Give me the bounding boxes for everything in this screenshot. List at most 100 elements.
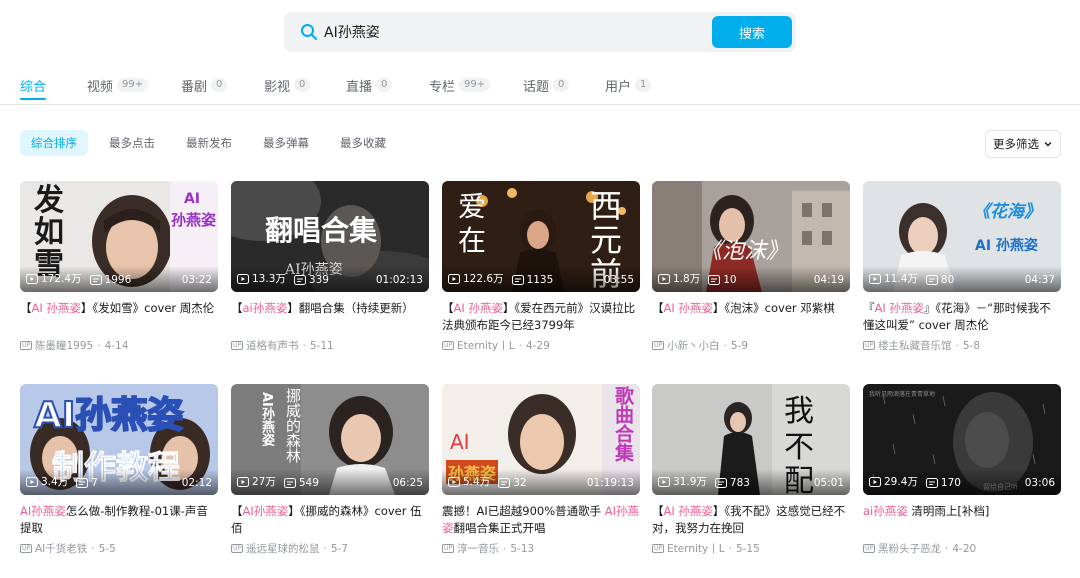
tab-user[interactable]: 用户 1 [605,74,652,96]
play-count-icon [26,476,38,487]
video-meta: UP 遥远星球的松鼠 · 5-7 [231,541,348,556]
video-card[interactable]: AI孙燕姿 制作教程 3.4万 7 02:12 AI孙燕姿怎么做-制作教程-01… [20,384,218,556]
tab-count-badge: 99+ [459,78,491,92]
video-title[interactable]: 【ai孙燕姿】翻唱合集（持续更新） [231,300,429,334]
up-icon: UP [652,341,664,350]
author-name[interactable]: 陈墨瞳1995 [35,338,93,353]
danmaku-count: 170 [940,477,961,489]
search-icon [301,24,317,40]
author-name[interactable]: 黑粉头子恶龙 [878,541,941,556]
author-name[interactable]: AI千货老铁 [35,541,87,556]
title-keyword: AI孙燕姿 [20,504,66,518]
active-tab-indicator [20,98,46,100]
tab-count-badge: 1 [635,78,652,92]
title-keyword: AI 孙燕姿 [663,301,713,315]
sort-newest[interactable]: 最新发布 [186,130,232,156]
play-count-icon [448,476,460,487]
tab-live[interactable]: 直播 0 [346,74,393,96]
title-keyword: AI 孙燕姿 [663,504,713,518]
play-count: 172.4万 [41,273,82,285]
play-count-icon [658,476,670,487]
author-name[interactable]: 道格有声书 [246,338,299,353]
play-count-icon [26,273,38,284]
danmaku-count: 32 [513,477,527,489]
danmaku-count: 10 [723,274,737,286]
author-name[interactable]: 淳一音乐 [457,541,499,556]
video-thumbnail[interactable]: 《花海》 AI 孙燕姿 11.4万 80 04:37 [863,181,1061,292]
video-title[interactable]: 『AI 孙燕姿』《花海》－“那时候我不懂这叫爱” cover 周杰伦 [863,300,1061,334]
video-card[interactable]: 《花海》 AI 孙燕姿 11.4万 80 04:37 『AI 孙燕姿』《花海》－… [863,181,1061,353]
sort-comprehensive[interactable]: 综合排序 [20,130,88,156]
video-card[interactable]: 发 如 雪 AI 孙燕姿 172.4万 1996 03:22 【AI 孙燕姿】《… [20,181,218,353]
video-title[interactable]: 【AI 孙燕姿】《发如雪》cover 周杰伦 [20,300,218,334]
video-card[interactable]: 我 不 配 31.9万 783 05:01 【AI 孙燕姿】《我不配》这感觉已经… [652,384,850,556]
video-thumbnail[interactable]: 我 不 配 31.9万 783 05:01 [652,384,850,495]
sort-most-favorites[interactable]: 最多收藏 [340,130,386,156]
publish-date: 4-20 [952,542,977,555]
danmaku-icon [89,275,102,285]
publish-date: 5-9 [730,339,748,352]
up-icon: UP [442,544,454,553]
search-button[interactable]: 搜索 [712,16,792,48]
author-name[interactable]: 遥远星球的松鼠 [246,541,320,556]
duration: 04:19 [813,274,844,286]
title-text: 清明雨上[补档] [907,504,990,518]
tab-label: 话题 [523,79,550,95]
video-thumbnail[interactable]: AI孙燕姿 挪威的森林 27万 549 06:25 [231,384,429,495]
video-title[interactable]: 【AI 孙燕姿】《我不配》这感觉已经不对，我努力在挽回 [652,503,850,537]
up-icon: UP [863,544,875,553]
video-card[interactable]: 《泡沫》 1.8万 10 04:19 【AI 孙燕姿】《泡沫》cover 邓紫棋… [652,181,850,353]
video-title[interactable]: 【AI 孙燕姿】《爱在西元前》汉谟拉比法典颁布距今已经3799年 [442,300,640,334]
video-thumbnail[interactable]: AI 孙燕姿 歌曲合集 5.4万 32 01:19:13 [442,384,640,495]
title-keyword: ai孙燕姿 [863,504,908,518]
video-thumbnail[interactable]: 我听见雨滴落在青青草地 留给自己听 29.4万 170 03:06 [863,384,1061,495]
up-icon: UP [863,341,875,350]
play-count: 122.6万 [463,273,504,285]
video-title[interactable]: 【AI孙燕姿】《挪威的森林》cover 伍佰 [231,503,429,537]
tab-video[interactable]: 视频 99+ [87,74,149,96]
author-name[interactable]: Eternity丨L [457,338,515,353]
title-text: 】《发如雪》cover 周杰伦 [80,301,215,315]
up-icon: UP [231,341,243,350]
tab-count-badge: 99+ [117,78,149,92]
video-card[interactable]: 翻唱合集 AI孙燕姿 13.3万 339 01:02:13 【ai孙燕姿】翻唱合… [231,181,429,353]
video-thumbnail[interactable]: 爱 在 西 元 前 122.6万 1135 03:55 [442,181,640,292]
search-bar: 搜索 [284,12,796,52]
tab-label: 影视 [264,79,291,95]
danmaku-icon [511,275,524,285]
search-input[interactable] [324,18,744,46]
divider [0,104,1080,105]
tab-article[interactable]: 专栏 99+ [429,74,491,96]
video-title[interactable]: AI孙燕姿怎么做-制作教程-01课-声音提取 [20,503,218,537]
tab-bangumi[interactable]: 番剧 0 [181,74,228,96]
more-filter-button[interactable]: 更多筛选 [985,130,1061,158]
author-name[interactable]: Eternity丨L [667,541,725,556]
title-keyword: AI 孙燕姿 [874,301,924,315]
video-meta: UP AI千货老铁 · 5-5 [20,541,116,556]
video-card[interactable]: 爱 在 西 元 前 122.6万 1135 03:55 【AI 孙燕姿】《爱在西… [442,181,640,353]
video-title[interactable]: 震撼！AI已超越900%普通歌手 AI孙燕姿翻唱合集正式开唱 [442,503,640,537]
tab-all[interactable]: 综合 [20,74,46,96]
video-stats: 3.4万 7 02:12 [20,469,218,495]
video-title[interactable]: ai孙燕姿 清明雨上[补档] [863,503,1061,537]
sort-most-clicks[interactable]: 最多点击 [109,130,155,156]
video-thumbnail[interactable]: 翻唱合集 AI孙燕姿 13.3万 339 01:02:13 [231,181,429,292]
tab-topic[interactable]: 话题 0 [523,74,570,96]
author-name[interactable]: 小新丶小白 [667,338,720,353]
duration: 06:25 [392,477,423,489]
author-name[interactable]: 楼主私藏音乐馆 [878,338,952,353]
video-stats: 29.4万 170 03:06 [863,469,1061,495]
video-stats: 11.4万 80 04:37 [863,266,1061,292]
sort-most-danmaku[interactable]: 最多弹幕 [263,130,309,156]
video-thumbnail[interactable]: 发 如 雪 AI 孙燕姿 172.4万 1996 03:22 [20,181,218,292]
video-card[interactable]: AI孙燕姿 挪威的森林 27万 549 06:25 【AI孙燕姿】《挪威的森林》… [231,384,429,556]
video-card[interactable]: 我听见雨滴落在青青草地 留给自己听 29.4万 170 03:06 ai孙燕姿 … [863,384,1061,556]
duration: 04:37 [1024,274,1055,286]
video-title[interactable]: 【AI 孙燕姿】《泡沫》cover 邓紫棋 [652,300,850,334]
video-thumbnail[interactable]: AI孙燕姿 制作教程 3.4万 7 02:12 [20,384,218,495]
tab-film[interactable]: 影视 0 [264,74,311,96]
tab-label: 专栏 [429,79,456,95]
video-card[interactable]: AI 孙燕姿 歌曲合集 5.4万 32 01:19:13 震撼！AI已超越900… [442,384,640,556]
video-meta: UP 黑粉头子恶龙 · 4-20 [863,541,977,556]
video-thumbnail[interactable]: 《泡沫》 1.8万 10 04:19 [652,181,850,292]
